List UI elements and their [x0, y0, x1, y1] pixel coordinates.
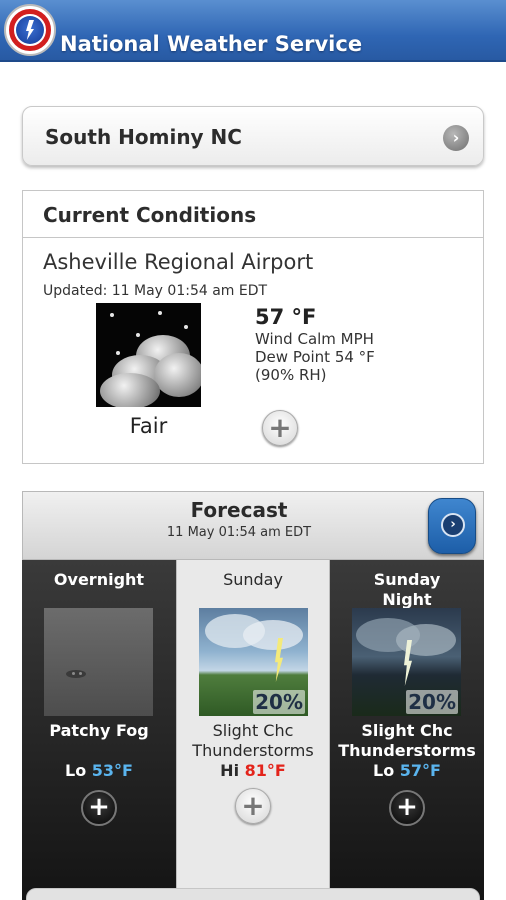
forecast-title: Forecast [190, 498, 288, 522]
period-name: Sunday [223, 570, 283, 589]
period-temperature: Hi 81°F [177, 761, 329, 780]
forecast-period-sunday-night[interactable]: Sunday Night 20% Slight Chc Thunderstorm… [330, 560, 484, 900]
description-line-1: Slight Chc [212, 721, 294, 740]
precip-chance: 20% [253, 690, 305, 714]
period-temperature: Lo 57°F [330, 761, 484, 780]
period-description: Slight Chc Thunderstorms [330, 721, 484, 761]
period-name-line-2: Night [382, 590, 432, 609]
thunderstorm-night-image: 20% [352, 608, 461, 716]
period-temperature: Lo 53°F [22, 761, 176, 780]
current-temperature: 57 °F [255, 305, 317, 329]
forecast-next-button[interactable]: › [428, 498, 476, 554]
forecast-period-overnight[interactable]: Overnight Patchy Fog Lo 53°F + [22, 560, 176, 900]
patchy-fog-image [44, 608, 153, 716]
chevron-right-icon: › [443, 125, 469, 151]
precip-chance: 20% [406, 690, 458, 714]
low-temp: 53°F [91, 761, 133, 780]
forecast-period-sunday[interactable]: Sunday 20% Slight Chc Thunderstorms Hi 8… [176, 560, 330, 900]
location-selector[interactable]: South Hominy NC › [22, 106, 484, 166]
period-name: Overnight [53, 570, 145, 589]
period-description: Patchy Fog [49, 721, 149, 740]
period-description: Slight Chc Thunderstorms [177, 721, 329, 761]
current-conditions-panel: Asheville Regional Airport Updated: 11 M… [22, 238, 484, 464]
plus-icon[interactable]: + [262, 410, 298, 446]
chevron-right-icon: › [441, 513, 465, 537]
temp-label: Lo [373, 761, 395, 780]
description-line-2: Thunderstorms [338, 741, 476, 760]
forecast-date: 11 May 01:54 am EDT [166, 525, 312, 540]
next-section-bar[interactable] [26, 888, 480, 900]
station-name: Asheville Regional Airport [43, 250, 314, 274]
temp-label: Hi [220, 761, 240, 780]
fair-night-image [96, 303, 201, 407]
temp-label: Lo [65, 761, 87, 780]
wind-text: Wind Calm MPH [255, 330, 374, 348]
condition-label: Fair [129, 414, 168, 438]
description-line-1: Slight Chc [361, 721, 453, 740]
period-name: Sunday Night [330, 570, 484, 610]
plus-icon[interactable]: + [81, 790, 117, 826]
dew-point-text: Dew Point 54 °F [255, 348, 375, 366]
period-name-line-1: Sunday [373, 570, 441, 589]
plus-icon[interactable]: + [235, 788, 271, 824]
humidity-text: (90% RH) [255, 366, 327, 384]
app-bar: National Weather Service [0, 0, 506, 62]
updated-time: Updated: 11 May 01:54 am EDT [43, 283, 268, 299]
low-temp: 57°F [399, 761, 441, 780]
description-line-2: Thunderstorms [192, 741, 314, 760]
current-conditions-header: Current Conditions [22, 190, 484, 238]
app-title: National Weather Service [60, 32, 363, 56]
nws-logo-icon[interactable] [4, 4, 56, 56]
forecast-header: Forecast 11 May 01:54 am EDT › [22, 491, 484, 560]
current-conditions-title: Current Conditions [43, 203, 257, 227]
thunderstorm-day-image: 20% [199, 608, 308, 716]
plus-icon[interactable]: + [389, 790, 425, 826]
location-name: South Hominy NC [45, 125, 242, 149]
high-temp: 81°F [244, 761, 286, 780]
